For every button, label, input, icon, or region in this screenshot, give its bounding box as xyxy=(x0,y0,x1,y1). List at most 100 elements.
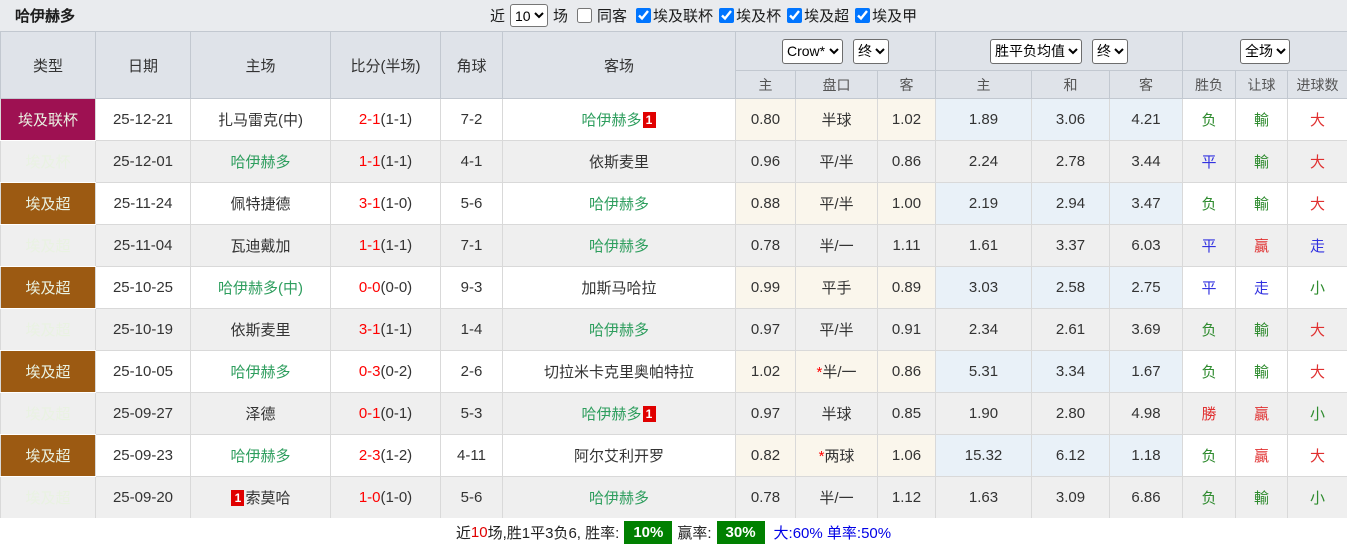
asian-away-odds-cell: 1.11 xyxy=(876,224,937,267)
handicap-label: 半球 xyxy=(821,406,852,423)
odds-source-select[interactable]: Crow* xyxy=(782,38,843,64)
team-name[interactable]: 阿尔艾利开罗 xyxy=(574,448,664,465)
away-team-cell: 阿尔艾利开罗 xyxy=(502,434,736,477)
score-cell: 3-1(1-1) xyxy=(330,308,441,351)
date-cell: 25-10-19 xyxy=(95,308,191,351)
summary-near: 近 xyxy=(455,524,471,542)
home-team-cell: 扎马雷克(中) xyxy=(190,98,331,141)
scope-select[interactable]: 全场 xyxy=(1240,38,1291,64)
halftime-score: (1-0) xyxy=(380,489,413,506)
corner-cell: 7-2 xyxy=(440,98,503,141)
same-away-label[interactable]: 同客 xyxy=(597,5,627,26)
euro-draw-odds-cell: 2.58 xyxy=(1031,266,1111,309)
handicap-label: 平/半 xyxy=(819,322,854,339)
handicap-result-cell: 輸 xyxy=(1235,182,1289,225)
team-name[interactable]: 哈伊赫多 xyxy=(230,154,290,171)
col-header-corner: 角球 xyxy=(440,31,503,99)
team-name[interactable]: 哈伊赫多 xyxy=(230,364,290,381)
col-header-away: 客场 xyxy=(502,31,736,99)
fulltime-score: 3-1 xyxy=(358,321,381,338)
team-name[interactable]: 依斯麦里 xyxy=(230,322,290,339)
handicap-result-cell: 走 xyxy=(1235,266,1289,309)
euro-away-odds-cell: 6.03 xyxy=(1109,224,1184,267)
handicap-cell: 平/半 xyxy=(795,308,878,351)
euro-draw-odds-cell: 3.37 xyxy=(1031,224,1111,267)
score-cell: 0-3(0-2) xyxy=(330,350,441,393)
euro-home-odds-cell: 2.34 xyxy=(935,308,1033,351)
goals-result-cell: 大 xyxy=(1287,182,1347,225)
asian-home-odds-cell: 0.78 xyxy=(735,476,796,519)
league-label[interactable]: 埃及超 xyxy=(804,5,849,26)
euro-odds-group-header: 胜平负均值终 xyxy=(935,31,1184,71)
team-name[interactable]: 佩特捷德 xyxy=(230,196,290,213)
same-away-checkbox[interactable] xyxy=(577,8,593,23)
league-type-label: 埃及超 xyxy=(25,364,71,381)
goals-result-cell: 走 xyxy=(1287,224,1347,267)
asian-win-rate-badge: 30% xyxy=(716,520,765,544)
halftime-score: (1-1) xyxy=(380,111,413,128)
team-name[interactable]: 哈伊赫多(中) xyxy=(218,280,303,297)
score-cell: 0-1(0-1) xyxy=(330,392,441,435)
team-name[interactable]: 泽德 xyxy=(245,406,275,423)
league-type-label: 埃及超 xyxy=(25,406,71,423)
league-label[interactable]: 埃及杯 xyxy=(736,5,781,26)
handicap-cell: *半/一 xyxy=(795,350,878,393)
team-name[interactable]: 哈伊赫多 xyxy=(589,238,649,255)
euro-home-odds-cell: 2.24 xyxy=(935,140,1033,183)
league-checkbox[interactable] xyxy=(787,8,803,23)
league-type-cell: 埃及超 xyxy=(0,308,96,351)
euro-odds-time-select[interactable]: 终 xyxy=(1092,38,1129,64)
asian-odds-time-select[interactable]: 终 xyxy=(853,38,889,64)
team-name[interactable]: 哈伊赫多 xyxy=(589,196,649,213)
handicap-cell: 平手 xyxy=(795,266,878,309)
team-name[interactable]: 哈伊赫多 xyxy=(581,112,641,129)
team-name[interactable]: 哈伊赫多 xyxy=(230,448,290,465)
team-name[interactable]: 切拉米卡克里奥帕特拉 xyxy=(544,364,694,381)
team-name[interactable]: 扎马雷克(中) xyxy=(218,112,303,129)
halftime-score: (1-1) xyxy=(380,321,413,338)
match-count-select[interactable]: 10 xyxy=(510,4,549,27)
corner-cell: 4-1 xyxy=(440,140,503,183)
team-name[interactable]: 哈伊赫多 xyxy=(589,490,649,507)
league-checkbox[interactable] xyxy=(855,8,871,23)
league-type-cell: 埃及超 xyxy=(0,350,96,393)
date-cell: 25-11-24 xyxy=(95,182,191,225)
handicap-label: 半/一 xyxy=(822,364,857,381)
league-checkbox[interactable] xyxy=(636,8,652,23)
league-label[interactable]: 埃及甲 xyxy=(872,5,917,26)
home-team-cell: 1 索莫哈 xyxy=(190,476,331,519)
asian-odds-group-header: Crow* 终 xyxy=(734,31,937,71)
corner-cell: 7-1 xyxy=(440,224,503,267)
col-header-goals: 进球数 xyxy=(1287,70,1347,99)
euro-draw-odds-cell: 6.12 xyxy=(1031,434,1111,477)
euro-draw-odds-cell: 3.09 xyxy=(1031,476,1111,519)
table-row: 埃及超 25-11-24 佩特捷德 3-1(1-0) 5-6 哈伊赫多 0.88… xyxy=(0,182,1347,225)
league-filter-egypt-league-cup: 埃及联杯 xyxy=(630,5,713,26)
league-label[interactable]: 埃及联杯 xyxy=(653,5,713,26)
league-checkbox[interactable] xyxy=(719,8,735,23)
league-type-cell: 埃及超 xyxy=(0,224,96,267)
euro-odds-source-select[interactable]: 胜平负均值 xyxy=(990,38,1083,64)
fulltime-score: 2-3 xyxy=(358,447,381,464)
team-name[interactable]: 哈伊赫多 xyxy=(581,406,641,423)
corner-cell: 4-11 xyxy=(440,434,503,477)
handicap-result-cell: 輸 xyxy=(1235,140,1289,183)
corner-cell: 5-6 xyxy=(440,476,503,519)
euro-home-odds-cell: 1.89 xyxy=(935,98,1033,141)
games-label: 场 xyxy=(553,8,569,25)
win-loss-result-cell: 负 xyxy=(1182,98,1237,141)
summary-bar: 近 10 场,胜1平3负6, 胜率: 10% 赢率: 30% 大:60% 单率:50… xyxy=(0,518,1347,546)
team-name[interactable]: 依斯麦里 xyxy=(589,154,649,171)
team-name[interactable]: 瓦迪戴加 xyxy=(230,238,290,255)
col-header-home: 主场 xyxy=(190,31,331,99)
league-type-label: 埃及联杯 xyxy=(17,112,78,129)
date-cell: 25-11-04 xyxy=(95,224,191,267)
team-name[interactable]: 索莫哈 xyxy=(245,490,290,507)
team-name[interactable]: 哈伊赫多 xyxy=(589,322,649,339)
win-loss-result-cell: 平 xyxy=(1182,266,1237,309)
goals-result-cell: 大 xyxy=(1287,98,1347,141)
asian-home-odds-cell: 0.97 xyxy=(735,308,796,351)
asian-away-odds-cell: 1.12 xyxy=(876,476,937,519)
team-name[interactable]: 加斯马哈拉 xyxy=(581,280,656,297)
halftime-score: (0-0) xyxy=(380,279,413,296)
